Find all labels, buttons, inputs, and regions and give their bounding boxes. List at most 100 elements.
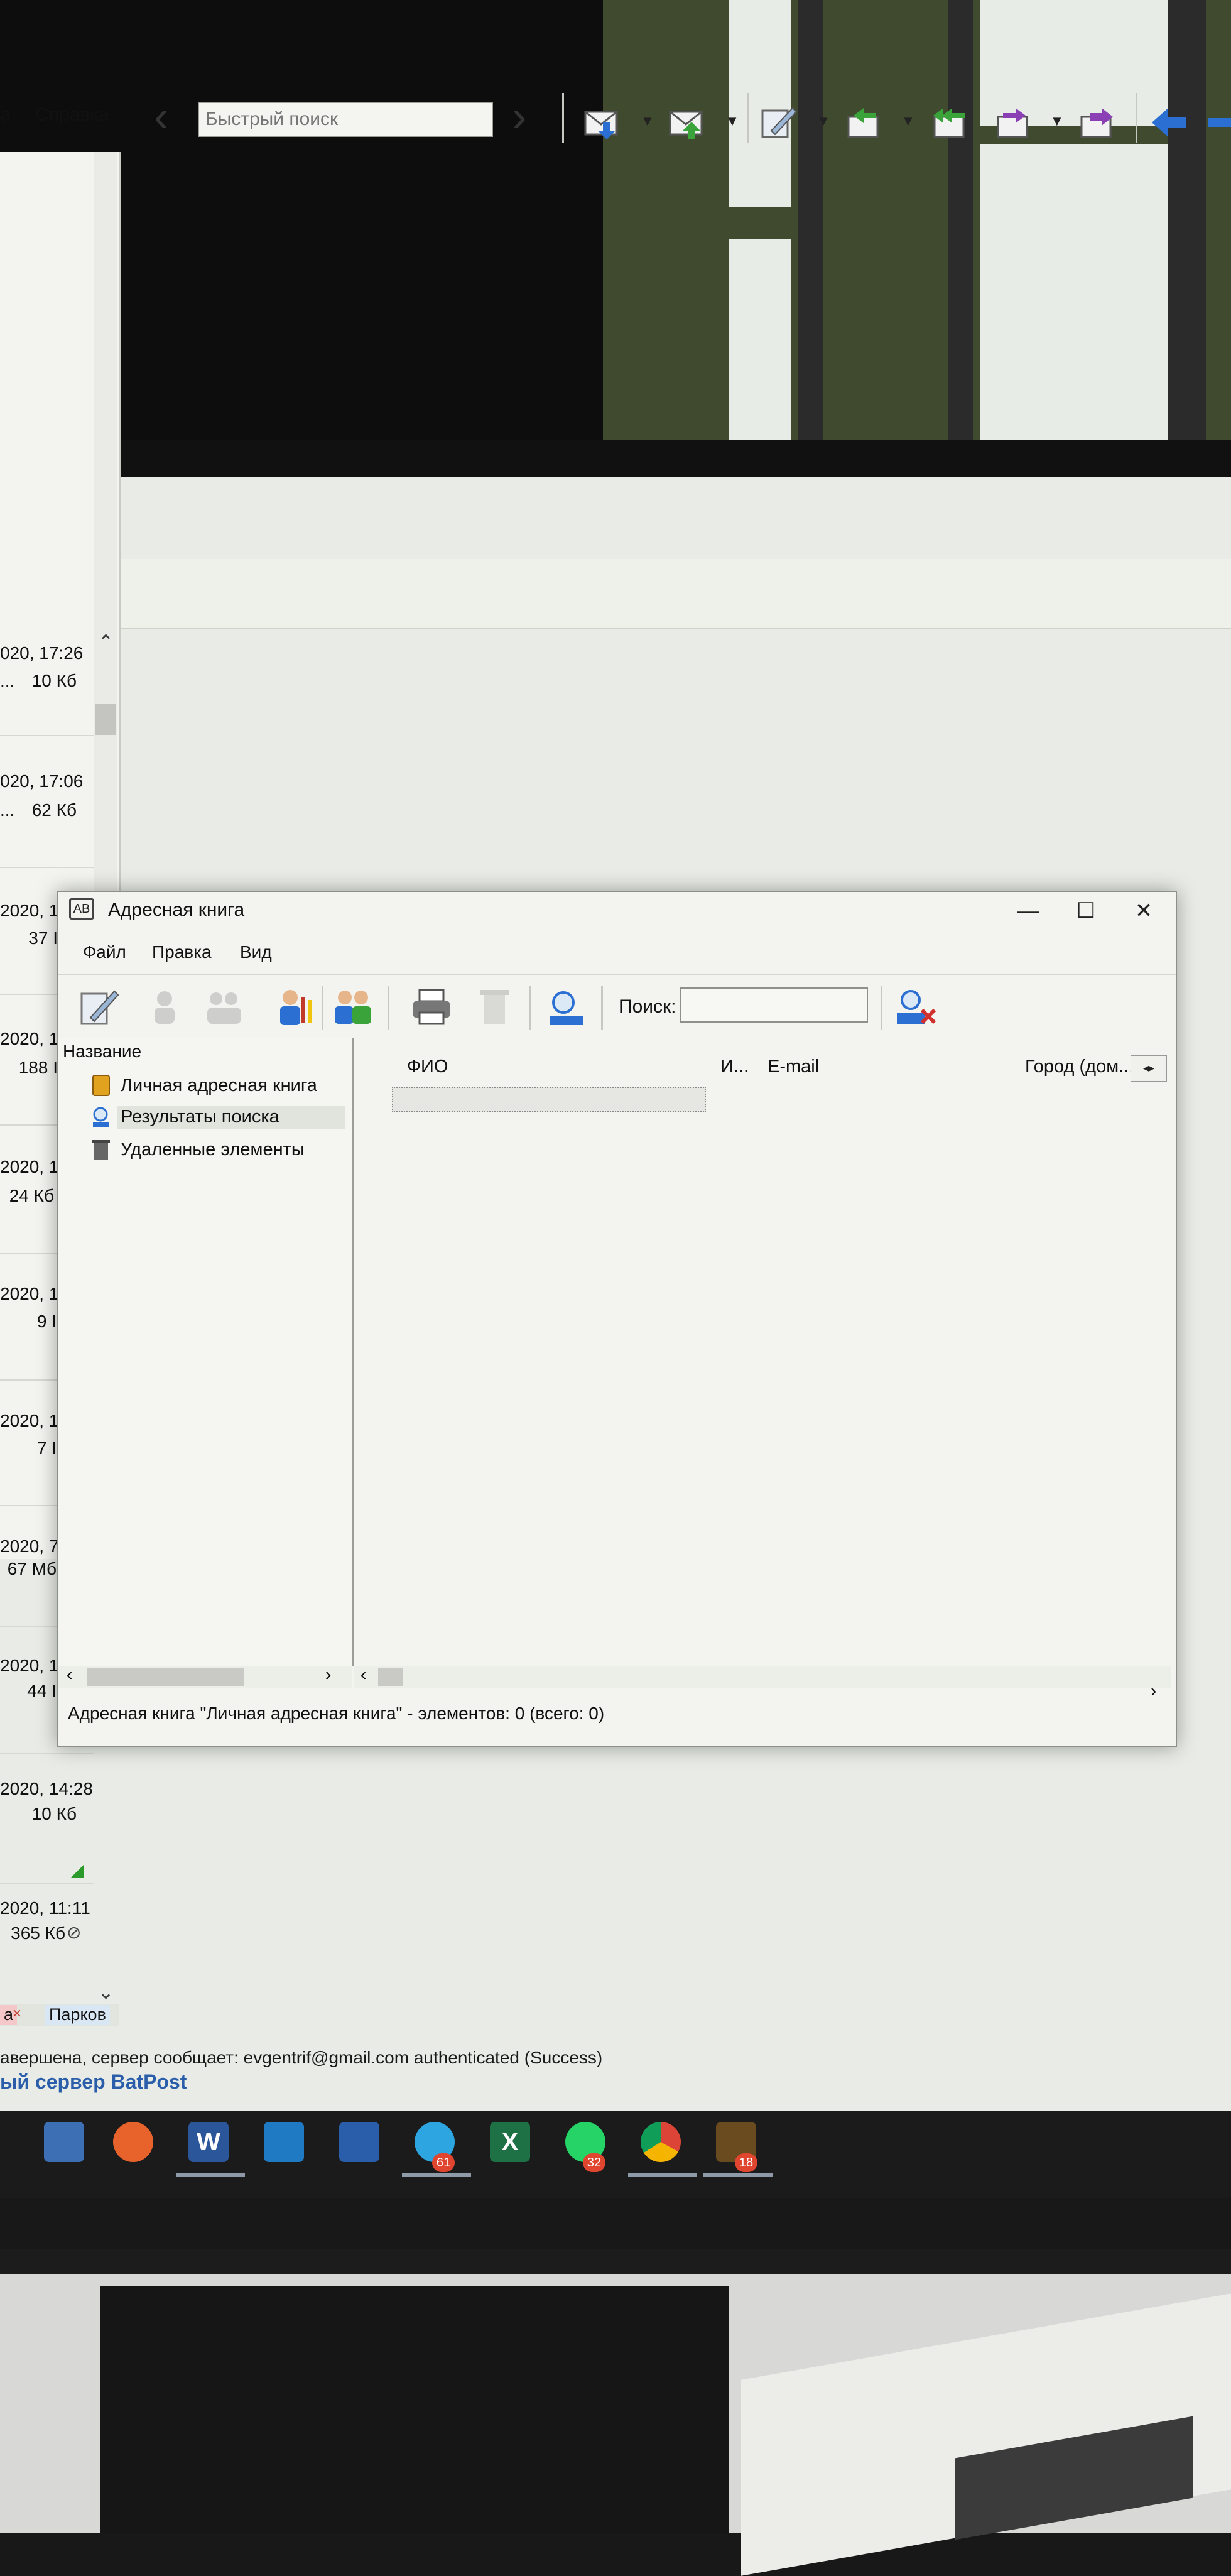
menu-item-help[interactable]: Справка — [35, 104, 109, 126]
properties-icon[interactable] — [271, 985, 315, 1029]
divider — [0, 1883, 94, 1884]
scroll-up-icon[interactable]: ⌃ — [98, 631, 114, 653]
back-arrow-icon[interactable] — [1149, 106, 1188, 139]
firefox-icon[interactable] — [113, 2122, 153, 2162]
empty-list-focus-row[interactable] — [392, 1087, 706, 1112]
group-icon[interactable] — [331, 985, 375, 1029]
active-task-indicator — [703, 2173, 773, 2177]
toolbar-divider — [58, 974, 1176, 975]
dropdown-arrow-icon[interactable]: ▼ — [725, 113, 739, 129]
minimize-icon[interactable]: — — [1000, 896, 1056, 926]
scroll-right-icon[interactable]: › — [1151, 1681, 1156, 1701]
address-book-icon: AB — [69, 898, 94, 920]
scrollbar-thumb[interactable] — [95, 704, 116, 735]
scroll-left-icon[interactable]: ‹ — [67, 1665, 72, 1685]
message-date: 2020, 11:11 — [0, 1898, 90, 1918]
network-icon[interactable] — [264, 2122, 304, 2162]
divider — [0, 1753, 94, 1754]
column-header-name[interactable]: ФИО — [407, 1057, 448, 1077]
window-mullion — [1168, 0, 1206, 452]
reply-all-icon[interactable] — [930, 106, 968, 139]
message-size: 7 I — [36, 1438, 57, 1458]
dropdown-arrow-icon[interactable]: ▼ — [901, 113, 915, 129]
toolbar-separator — [1136, 93, 1137, 143]
find-contact-icon[interactable] — [545, 985, 588, 1029]
word-icon[interactable]: W — [188, 2122, 229, 2162]
scroll-left-icon[interactable]: ‹ — [361, 1665, 366, 1685]
add-person-icon[interactable] — [146, 985, 190, 1029]
send-mail-icon[interactable] — [669, 106, 708, 139]
notification-badge: 32 — [583, 2153, 605, 2172]
tree-item-search-results[interactable]: Результаты поиска — [117, 1106, 345, 1129]
search-input[interactable] — [680, 987, 868, 1023]
redirect-icon[interactable] — [1079, 106, 1118, 139]
message-size: 44 I — [27, 1681, 57, 1700]
toolbar-separator — [529, 986, 531, 1030]
scrollbar-thumb[interactable] — [87, 1668, 244, 1686]
scroll-right-icon[interactable]: › — [325, 1665, 331, 1685]
print-icon[interactable] — [409, 985, 453, 1029]
flag-corner-icon — [70, 1864, 84, 1878]
mail-app-icon[interactable] — [339, 2122, 379, 2162]
notification-badge: 18 — [735, 2153, 757, 2172]
toolbar-separator — [601, 986, 603, 1030]
tree-column-header[interactable]: Название — [63, 1041, 141, 1062]
window-mullion — [798, 0, 823, 452]
divider — [0, 735, 94, 736]
message-size: 24 Кб — [9, 1186, 54, 1205]
excel-icon[interactable]: X — [490, 2122, 530, 2162]
menu-item-partial[interactable]: а — [0, 104, 11, 126]
new-message-icon[interactable] — [760, 106, 799, 139]
column-header-i[interactable]: И... — [720, 1057, 749, 1077]
get-mail-icon[interactable] — [584, 106, 623, 139]
column-header-email[interactable]: E-mail — [767, 1057, 819, 1077]
delete-icon[interactable] — [472, 985, 516, 1029]
message-prefix: ... — [0, 671, 15, 690]
clear-search-icon[interactable] — [893, 985, 937, 1029]
new-contact-icon[interactable] — [77, 985, 121, 1029]
quick-search-input[interactable] — [198, 102, 493, 137]
banner-text: ый сервер BatPost — [0, 2070, 187, 2093]
message-prefix: ... — [0, 800, 15, 820]
scroll-down-icon[interactable]: ⌄ — [98, 1982, 114, 2004]
address-book-folder-icon — [92, 1075, 110, 1096]
search-next-icon[interactable]: › — [512, 94, 526, 138]
menu-view[interactable]: Вид — [240, 942, 272, 962]
attachment-icon: ⊘ — [67, 1923, 82, 1942]
address-book-dialog: AB Адресная книга — ☐ ✕ Файл Правка Вид … — [57, 891, 1177, 1747]
menu-file[interactable]: Файл — [83, 942, 126, 962]
add-group-icon[interactable] — [202, 985, 246, 1029]
active-task-indicator — [176, 2173, 245, 2177]
message-size: 10 Кб — [31, 1804, 77, 1823]
search-label: Поиск: — [619, 996, 676, 1017]
message-size: 37 I — [28, 928, 58, 948]
header-scroll-arrows-icon[interactable]: ◂▸ — [1131, 1055, 1167, 1082]
dropdown-arrow-icon[interactable]: ▼ — [641, 113, 654, 129]
toolbar-separator — [881, 986, 882, 1030]
tree-item-deleted[interactable]: Удаленные элементы — [121, 1139, 305, 1160]
tree-item-personal-book[interactable]: Личная адресная книга — [121, 1075, 317, 1096]
message-date: 020, 17:26 — [0, 643, 84, 663]
toolbar-separator — [322, 986, 323, 1030]
folder-tab[interactable]: Парков — [45, 2005, 110, 2025]
message-date: 2020, 14:28 — [0, 1779, 93, 1798]
dropdown-arrow-icon[interactable]: ▼ — [1050, 113, 1064, 129]
menu-edit[interactable]: Правка — [152, 942, 212, 962]
active-task-indicator — [402, 2173, 471, 2177]
next-arrow-icon[interactable] — [1206, 106, 1231, 139]
close-icon[interactable]: ✕ — [1115, 896, 1172, 926]
dropdown-arrow-icon[interactable]: ▼ — [816, 113, 830, 129]
list-hscrollbar[interactable] — [354, 1666, 1171, 1688]
chrome-icon[interactable] — [641, 2122, 681, 2162]
maximize-icon[interactable]: ☐ — [1058, 896, 1114, 926]
column-header-city[interactable]: Город (дом... — [1025, 1057, 1134, 1077]
scrollbar-thumb[interactable] — [378, 1668, 403, 1686]
window-pane — [729, 239, 791, 446]
calculator-icon[interactable] — [44, 2122, 84, 2162]
close-tab-icon[interactable]: × — [13, 2005, 21, 2023]
search-prev-icon[interactable]: ‹ — [154, 94, 168, 138]
reply-icon[interactable] — [845, 106, 884, 139]
dialog-status-text: Адресная книга "Личная адресная книга" -… — [68, 1704, 605, 1723]
notification-badge: 61 — [432, 2153, 455, 2172]
forward-icon[interactable] — [995, 106, 1034, 139]
